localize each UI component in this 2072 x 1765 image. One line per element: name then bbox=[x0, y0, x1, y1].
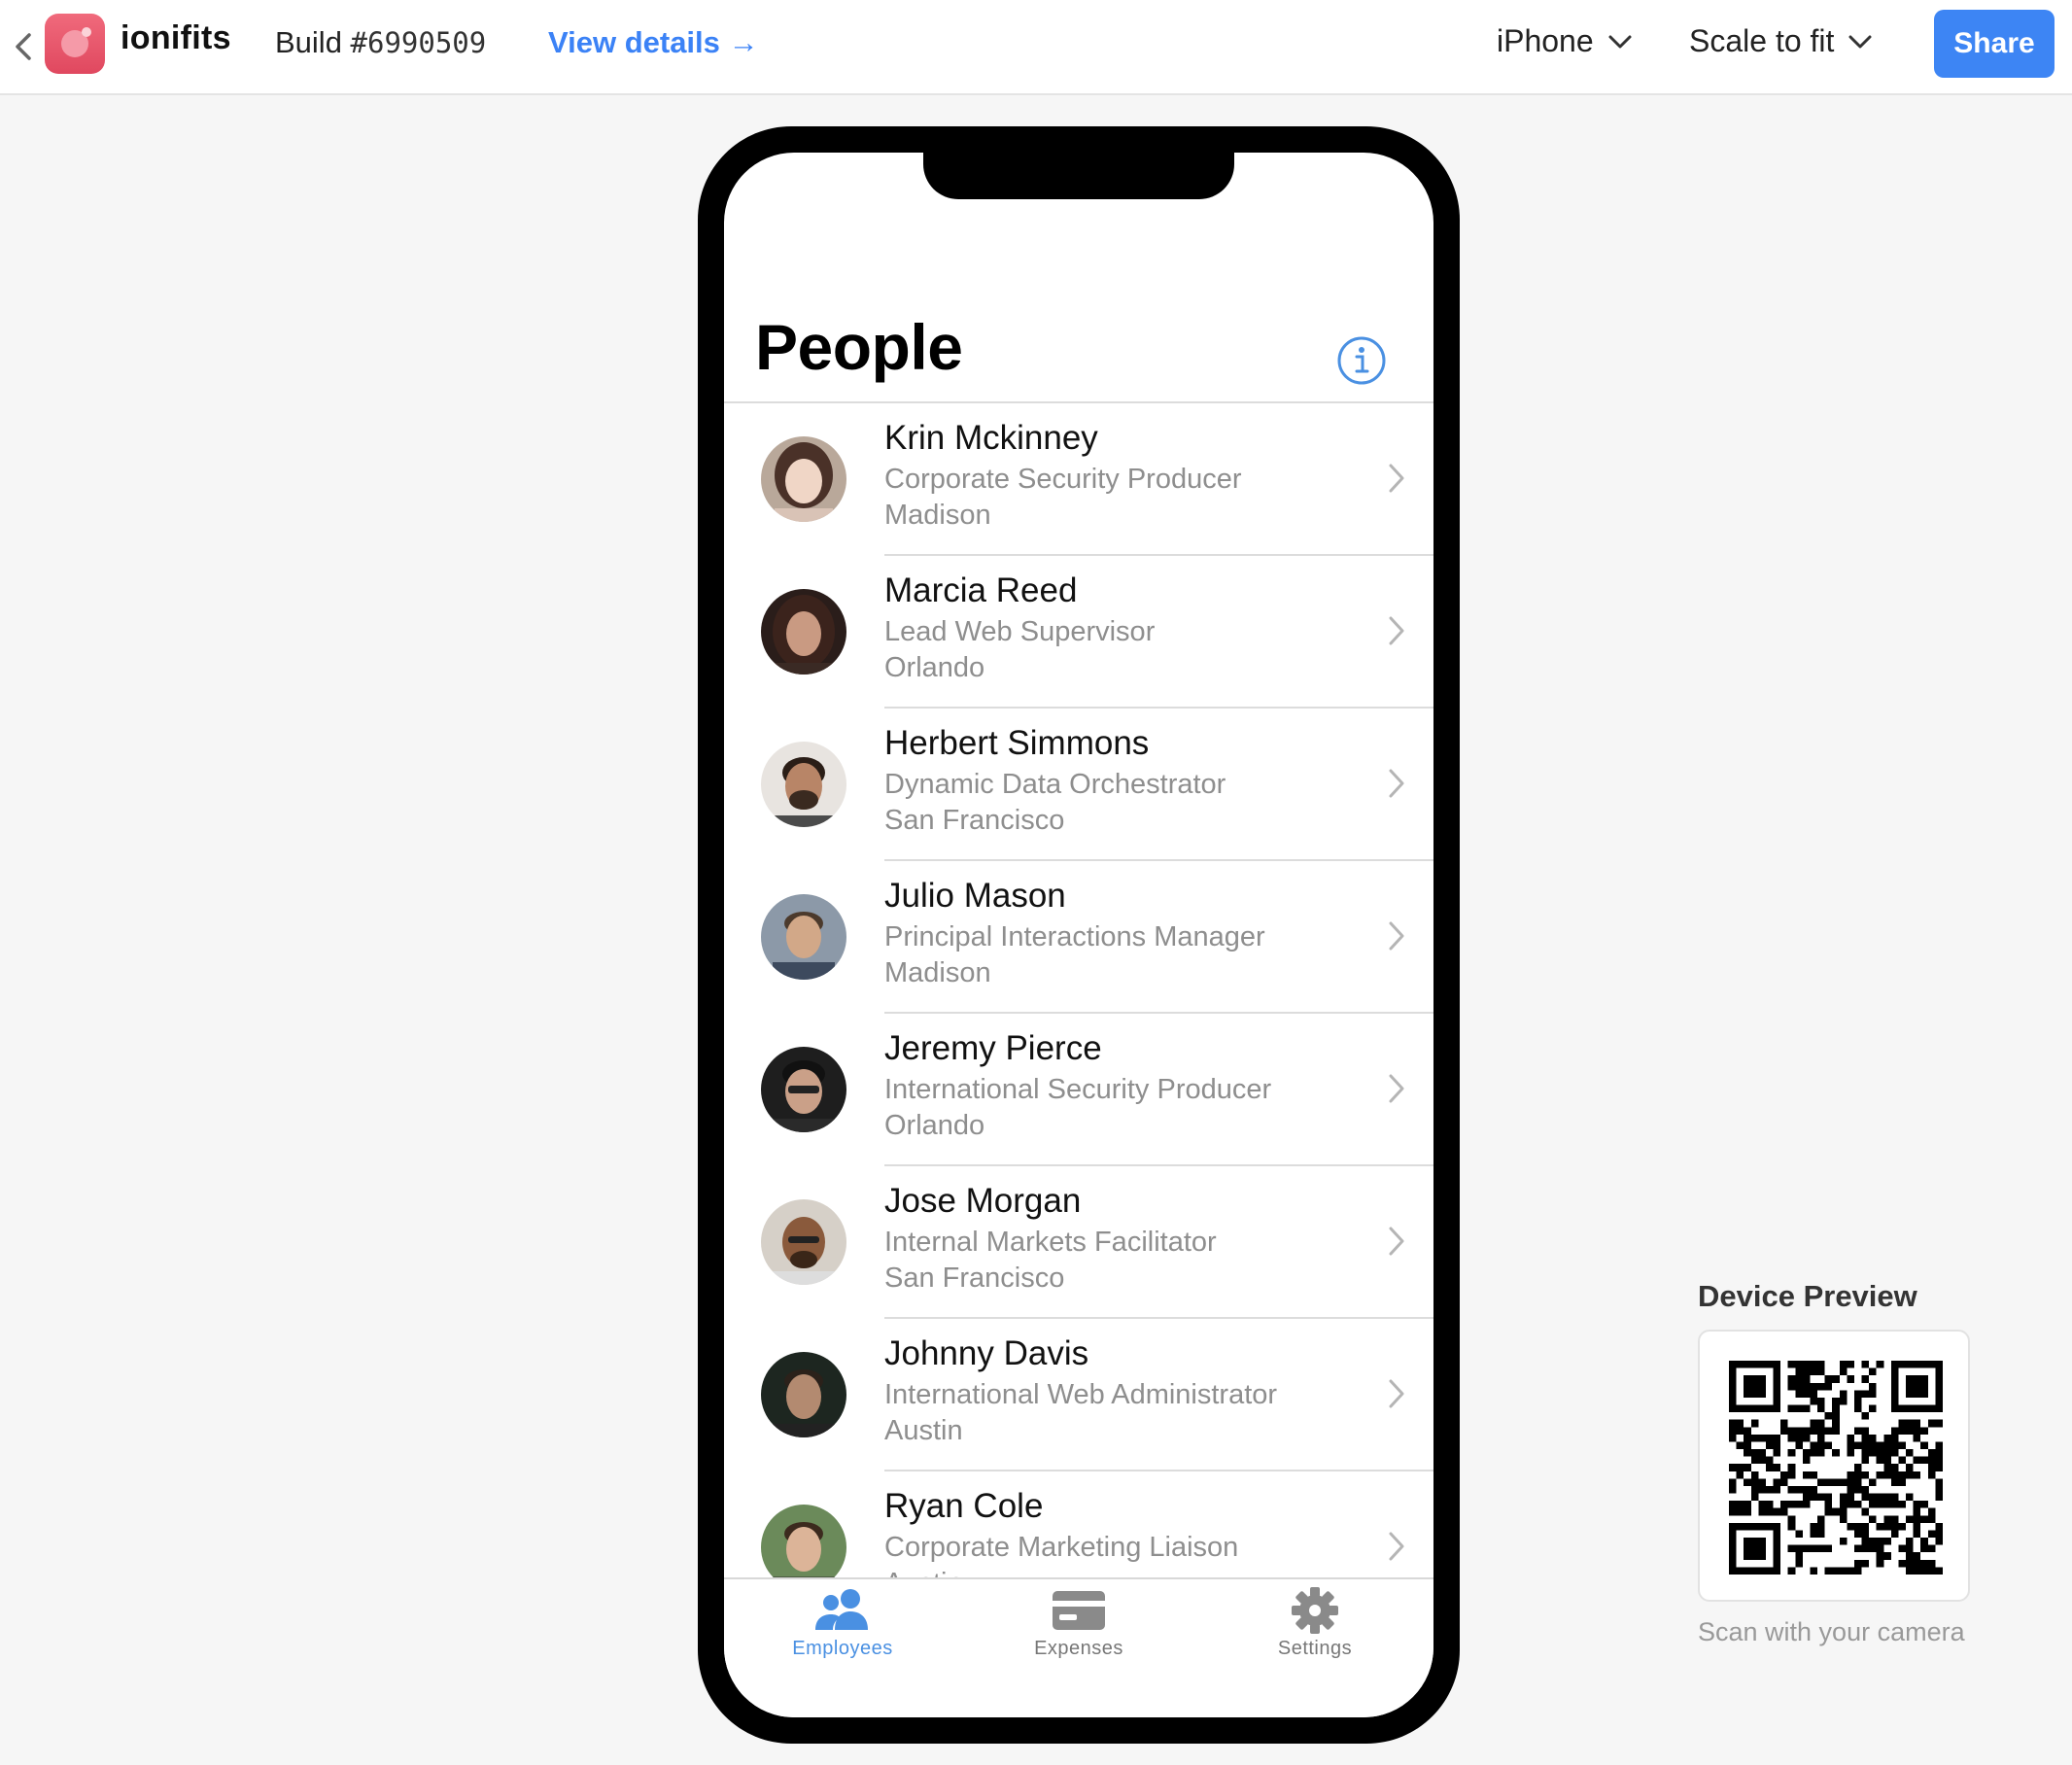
device-preview-title: Device Preview bbox=[1698, 1279, 1917, 1313]
chevron-right-icon bbox=[1389, 464, 1404, 493]
employee-city: Orlando bbox=[884, 652, 985, 683]
app-icon bbox=[45, 14, 105, 74]
qr-code bbox=[1698, 1330, 1970, 1602]
employee-role: Corporate Security Producer bbox=[884, 464, 1242, 495]
avatar bbox=[761, 742, 846, 827]
chevron-down-icon bbox=[1848, 35, 1872, 48]
build-number: #6990509 bbox=[350, 26, 487, 59]
chevron-right-icon bbox=[1389, 1074, 1404, 1103]
employee-role: Internal Markets Facilitator bbox=[884, 1227, 1217, 1258]
device-select[interactable]: iPhone bbox=[1497, 23, 1633, 59]
tab-settings[interactable]: Settings bbox=[1218, 1587, 1412, 1684]
avatar bbox=[761, 436, 846, 522]
qr-code-image bbox=[1729, 1361, 1943, 1575]
page-title: People bbox=[755, 311, 963, 383]
card-icon bbox=[1053, 1591, 1105, 1630]
employee-role: Principal Interactions Manager bbox=[884, 921, 1265, 952]
employee-row[interactable]: Johnny Davis International Web Administr… bbox=[724, 1319, 1433, 1471]
employee-city: San Francisco bbox=[884, 1263, 1065, 1294]
build-label: Build #6990509 bbox=[275, 25, 486, 60]
employee-role: International Web Administrator bbox=[884, 1379, 1278, 1410]
scan-caption: Scan with your camera bbox=[1698, 1617, 1965, 1646]
employee-name: Johnny Davis bbox=[884, 1334, 1089, 1372]
phone-screen: People Krin Mckinney Corporate Security … bbox=[724, 153, 1433, 1717]
avatar bbox=[761, 1199, 846, 1285]
employee-row[interactable]: Jeremy Pierce International Security Pro… bbox=[724, 1014, 1433, 1166]
info-icon[interactable] bbox=[1336, 335, 1387, 386]
employee-role: Dynamic Data Orchestrator bbox=[884, 769, 1226, 800]
employee-name: Ryan Cole bbox=[884, 1487, 1044, 1525]
scale-select-label: Scale to fit bbox=[1689, 23, 1835, 58]
employee-city: Austin bbox=[884, 1415, 963, 1446]
employee-name: Jose Morgan bbox=[884, 1182, 1082, 1220]
chevron-right-icon bbox=[1389, 1532, 1404, 1561]
tab-expenses[interactable]: Expenses bbox=[982, 1587, 1176, 1684]
app-name: ionifits bbox=[121, 19, 231, 56]
chevron-right-icon bbox=[1389, 1227, 1404, 1256]
gear-icon bbox=[1292, 1587, 1338, 1634]
employee-city: Madison bbox=[884, 957, 991, 988]
employee-row[interactable]: Krin Mckinney Corporate Security Produce… bbox=[724, 403, 1433, 556]
avatar bbox=[761, 589, 846, 675]
employee-name: Krin Mckinney bbox=[884, 419, 1098, 457]
avatar bbox=[761, 1047, 846, 1132]
employee-row[interactable]: Julio Mason Principal Interactions Manag… bbox=[724, 861, 1433, 1014]
employee-row[interactable]: Jose Morgan Internal Markets Facilitator… bbox=[724, 1166, 1433, 1319]
chevron-right-icon bbox=[1389, 1379, 1404, 1408]
employee-role: Lead Web Supervisor bbox=[884, 616, 1156, 647]
share-button[interactable]: Share bbox=[1934, 10, 2055, 78]
employee-row[interactable]: Herbert Simmons Dynamic Data Orchestrato… bbox=[724, 709, 1433, 861]
employee-row[interactable]: Marcia Reed Lead Web Supervisor Orlando bbox=[724, 556, 1433, 709]
people-icon bbox=[815, 1589, 868, 1630]
tab-bar: Employees Expenses Settings bbox=[724, 1577, 1433, 1717]
chevron-right-icon bbox=[1389, 616, 1404, 645]
avatar bbox=[761, 894, 846, 980]
employee-name: Jeremy Pierce bbox=[884, 1029, 1102, 1067]
avatar bbox=[761, 1352, 846, 1437]
employee-name: Julio Mason bbox=[884, 877, 1066, 915]
tab-label: Employees bbox=[792, 1638, 893, 1659]
scale-select[interactable]: Scale to fit bbox=[1689, 23, 1873, 59]
employee-city: Orlando bbox=[884, 1110, 985, 1141]
device-select-label: iPhone bbox=[1497, 23, 1594, 58]
chevron-right-icon bbox=[1389, 769, 1404, 798]
employee-list: Krin Mckinney Corporate Security Produce… bbox=[724, 403, 1433, 1624]
employee-city: San Francisco bbox=[884, 805, 1065, 836]
employee-name: Herbert Simmons bbox=[884, 724, 1150, 762]
employee-city: Madison bbox=[884, 500, 991, 531]
top-bar: ionifits Build #6990509 View details → i… bbox=[0, 0, 2072, 95]
tab-label: Expenses bbox=[1034, 1638, 1123, 1659]
view-details-link[interactable]: View details → bbox=[548, 25, 759, 60]
back-chevron-icon[interactable] bbox=[12, 29, 35, 64]
tab-employees[interactable]: Employees bbox=[745, 1587, 940, 1684]
build-prefix: Build bbox=[275, 25, 351, 59]
tab-label: Settings bbox=[1277, 1638, 1353, 1659]
chevron-right-icon bbox=[1389, 921, 1404, 951]
employee-name: Marcia Reed bbox=[884, 571, 1078, 609]
phone-notch bbox=[923, 153, 1234, 199]
chevron-down-icon bbox=[1608, 35, 1632, 48]
phone-frame: People Krin Mckinney Corporate Security … bbox=[698, 126, 1460, 1744]
employee-role: International Security Producer bbox=[884, 1074, 1272, 1105]
employee-role: Corporate Marketing Liaison bbox=[884, 1532, 1239, 1563]
